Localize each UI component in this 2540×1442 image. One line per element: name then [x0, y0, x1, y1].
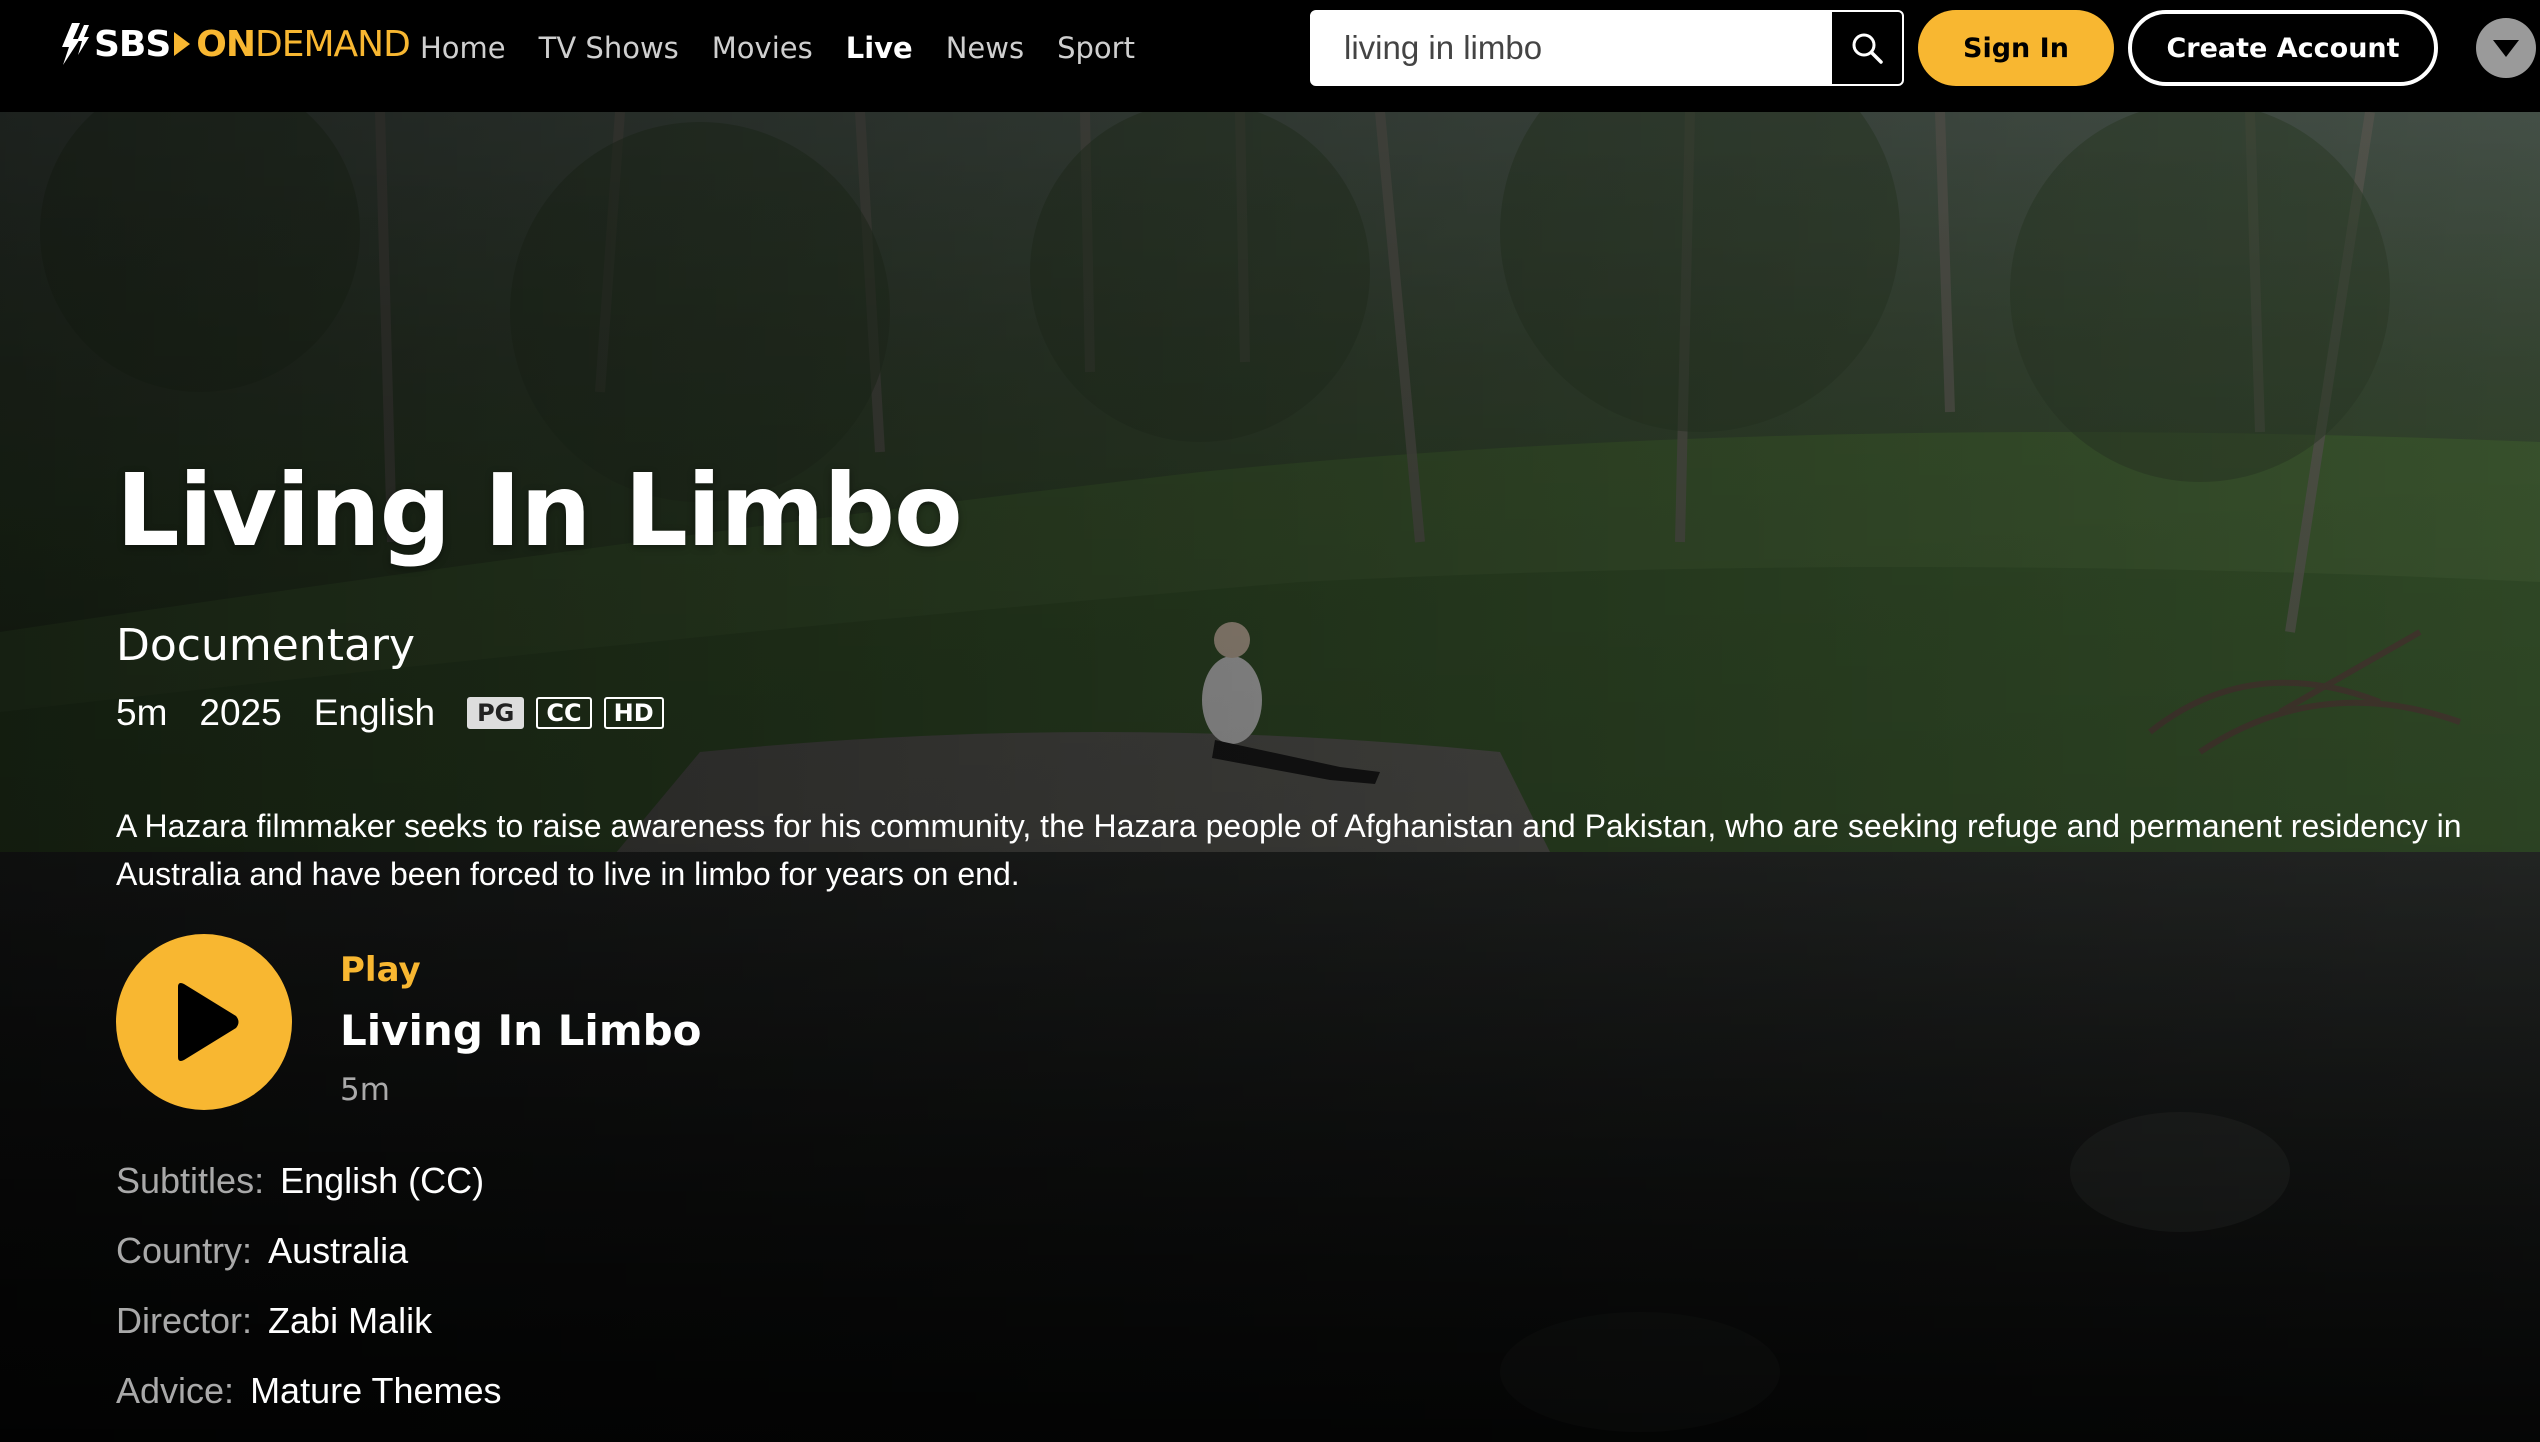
rating-badge-pg: PG: [467, 697, 525, 729]
main-nav: Home TV Shows Movies Live News Sport: [420, 0, 1135, 96]
nav-item-home[interactable]: Home: [420, 31, 506, 65]
detail-row-country: Country: Australia: [116, 1216, 502, 1286]
search-input[interactable]: [1312, 12, 1832, 84]
detail-label: Advice:: [116, 1370, 235, 1411]
create-account-button[interactable]: Create Account: [2128, 10, 2438, 86]
nav-item-news[interactable]: News: [946, 31, 1024, 65]
detail-value: Australia: [268, 1230, 409, 1271]
program-meta: 5m 2025 English PG CC HD: [116, 692, 676, 734]
detail-label: Country:: [116, 1230, 253, 1271]
profile-menu-button[interactable]: [2476, 18, 2536, 78]
sign-in-button[interactable]: Sign In: [1918, 10, 2114, 86]
top-navigation-bar: SBS ON DEMAND Home TV Shows Movies Live …: [0, 0, 2540, 112]
detail-label: Director:: [116, 1300, 253, 1341]
nav-item-tv-shows[interactable]: TV Shows: [539, 31, 679, 65]
detail-row-subtitles: Subtitles: English (CC): [116, 1146, 502, 1216]
program-info-list: Subtitles: English (CC) Country: Austral…: [116, 1146, 502, 1426]
nav-item-sport[interactable]: Sport: [1057, 31, 1135, 65]
nav-item-movies[interactable]: Movies: [712, 31, 813, 65]
detail-label: Subtitles:: [116, 1160, 265, 1201]
detail-value: Mature Themes: [250, 1370, 502, 1411]
program-description: A Hazara filmmaker seeks to raise awaren…: [116, 808, 2462, 892]
search-icon: [1852, 33, 1883, 64]
sbs-on-demand-logo[interactable]: SBS ON DEMAND: [58, 20, 411, 68]
nav-item-live[interactable]: Live: [846, 31, 913, 65]
logo-sbs-text: SBS: [94, 23, 171, 65]
program-year: 2025: [199, 692, 282, 733]
logo-demand-text: DEMAND: [255, 23, 411, 65]
play-button[interactable]: [116, 934, 292, 1110]
play-icon: [178, 983, 239, 1061]
search-button[interactable]: [1832, 12, 1902, 84]
detail-row-advice: Advice: Mature Themes: [116, 1356, 502, 1426]
search-box: [1310, 10, 1904, 86]
program-genre: Documentary: [116, 620, 416, 671]
sbs-bolt-icon: [62, 23, 89, 65]
hd-badge: HD: [603, 697, 664, 729]
detail-value: English (CC): [280, 1160, 485, 1201]
closed-captions-badge: CC: [536, 697, 592, 729]
program-title: Living In Limbo: [116, 452, 963, 569]
episode-duration: 5m: [340, 1072, 390, 1108]
logo-on-text: ON: [196, 23, 256, 65]
program-duration: 5m: [116, 692, 168, 733]
program-language: English: [313, 692, 436, 733]
logo-play-arrow-icon: [174, 32, 191, 56]
detail-value: Zabi Malik: [268, 1300, 433, 1341]
episode-title[interactable]: Living In Limbo: [340, 1006, 702, 1055]
play-label[interactable]: Play: [340, 950, 421, 990]
play-section: Play Living In Limbo 5m: [116, 934, 1016, 1114]
chevron-down-icon: [2493, 40, 2519, 57]
detail-row-director: Director: Zabi Malik: [116, 1286, 502, 1356]
